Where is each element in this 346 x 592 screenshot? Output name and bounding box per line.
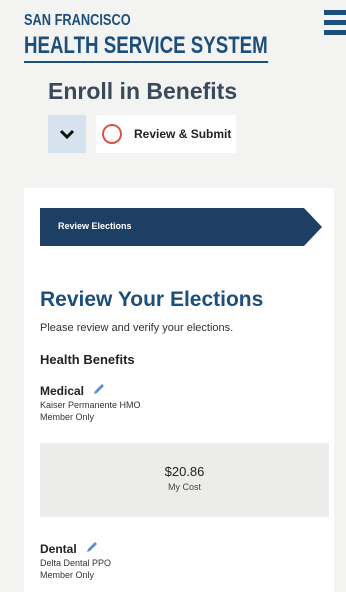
content-card: Review Elections Review Your Elections P…: [24, 188, 334, 592]
benefit-coverage: Member Only: [40, 412, 95, 422]
breadcrumb: Review Elections: [40, 208, 336, 246]
benefit-plan: Kaiser Permanente HMO: [40, 400, 141, 410]
benefit-name: Dental: [40, 541, 77, 556]
pencil-icon[interactable]: [85, 540, 99, 557]
breadcrumb-label: Review Elections: [58, 221, 132, 231]
org-name-line2[interactable]: HEALTH SERVICE SYSTEM: [24, 32, 268, 63]
status-ring-icon: [102, 124, 122, 144]
pencil-icon[interactable]: [92, 382, 106, 399]
page-title: Enroll in Benefits: [48, 78, 238, 104]
cost-label: My Cost: [167, 482, 201, 492]
current-step-label: Review & Submit: [134, 127, 232, 141]
menu-button[interactable]: [324, 10, 346, 38]
benefit-name: Medical: [40, 383, 85, 398]
menu-icon: [324, 10, 346, 15]
benefit-coverage: Member Only: [40, 570, 95, 580]
menu-icon-bar: [324, 30, 346, 35]
benefit-medical: Medical Kaiser Permanente HMO Member Onl…: [40, 382, 141, 423]
step-dropdown-toggle[interactable]: [48, 115, 86, 153]
section-subtitle: Please review and verify your elections.: [40, 322, 234, 334]
section-title: Review Your Elections: [40, 288, 264, 311]
benefit-dental: Dental Delta Dental PPO Member Only: [40, 540, 111, 581]
app-header: SAN FRANCISCO HEALTH SERVICE SYSTEM Enro…: [0, 0, 346, 180]
group-title: Health Benefits: [40, 352, 135, 367]
cost-panel: $20.86 My Cost: [40, 443, 329, 517]
cost-amount: $20.86: [164, 464, 205, 479]
current-step[interactable]: Review & Submit: [96, 115, 236, 153]
chevron-down-icon: [60, 129, 74, 139]
benefit-plan: Delta Dental PPO: [40, 558, 112, 568]
menu-icon-bar: [324, 20, 346, 25]
org-name-line1: SAN FRANCISCO: [24, 12, 131, 29]
